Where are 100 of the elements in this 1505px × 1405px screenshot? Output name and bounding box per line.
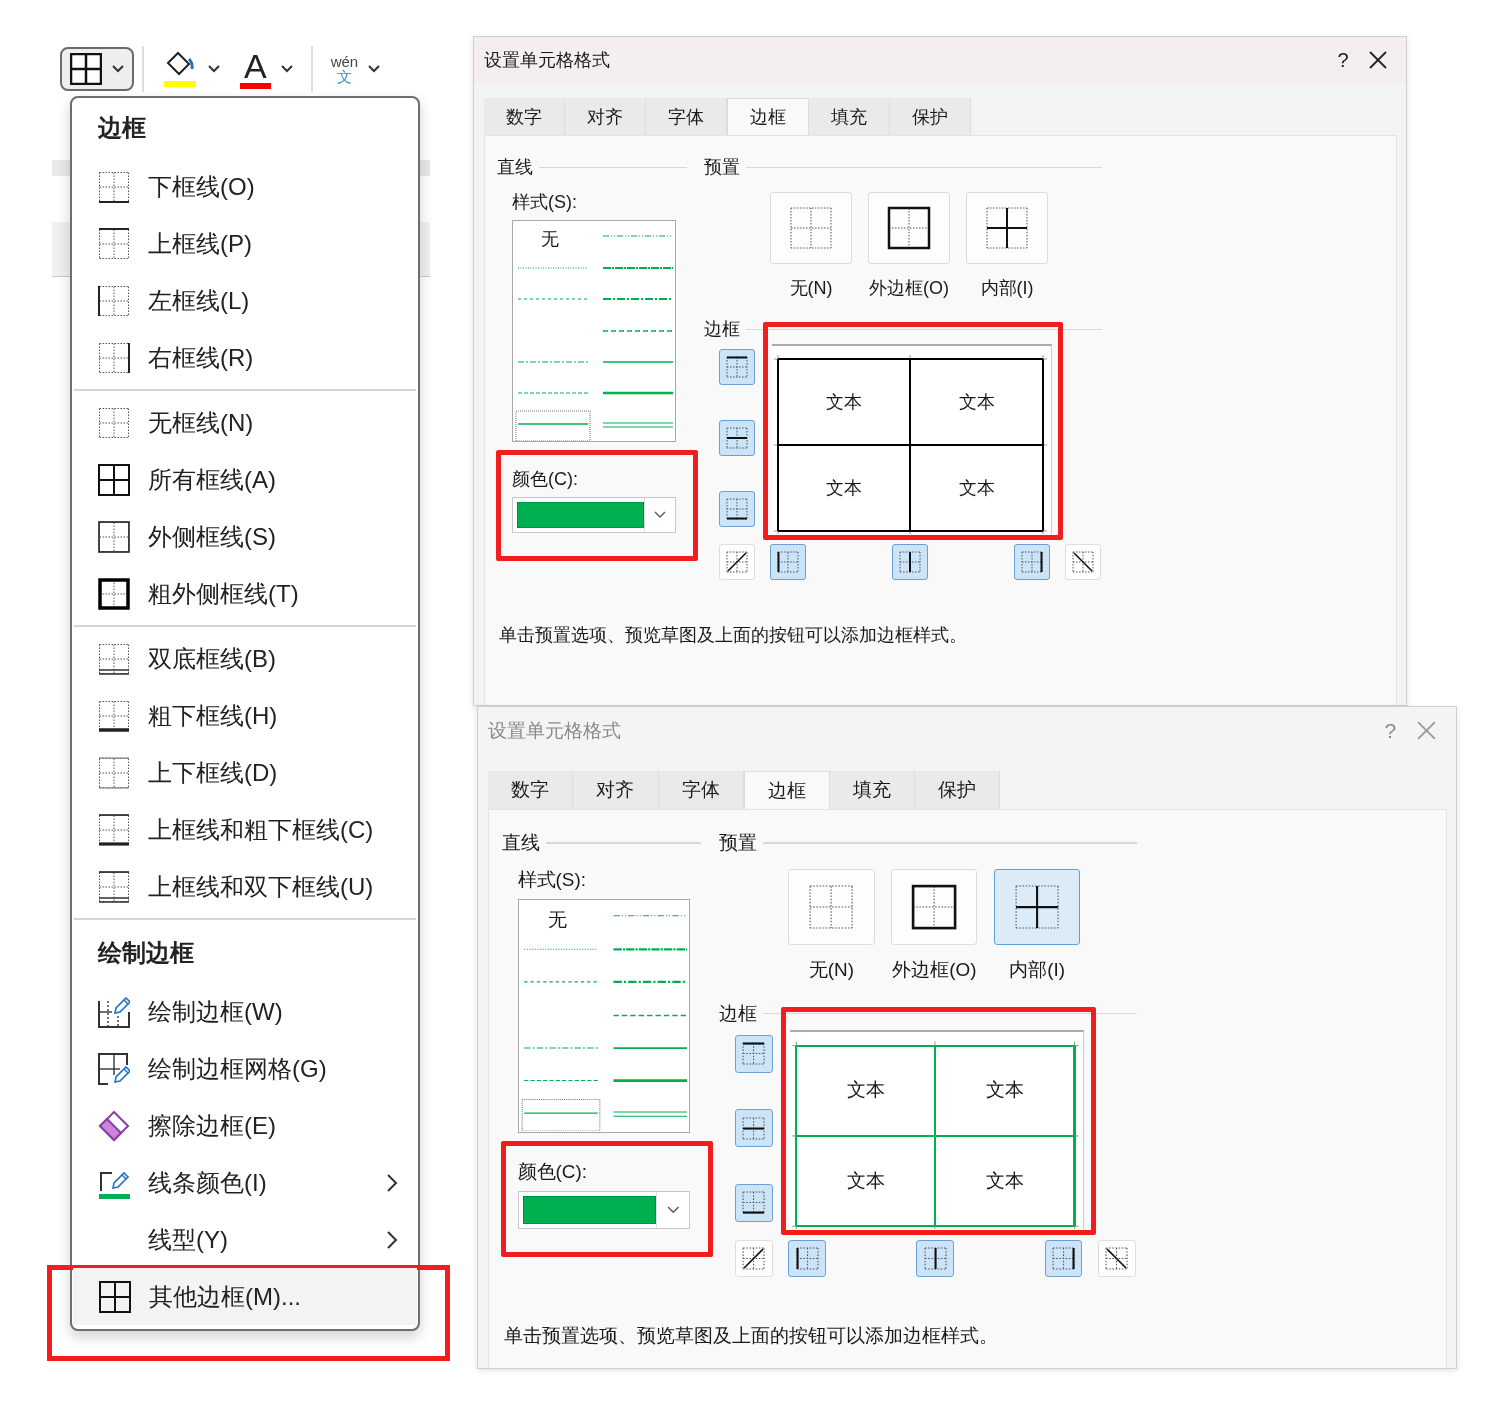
border-preset-icon xyxy=(789,206,833,250)
font-color-button[interactable]: A xyxy=(230,47,303,91)
preset-label: 外边框(O) xyxy=(869,277,949,300)
color-dropdown[interactable] xyxy=(517,1191,690,1229)
pencil-icon xyxy=(98,1052,130,1085)
border-line-icon xyxy=(1105,1246,1129,1271)
border-icon xyxy=(99,1280,131,1313)
group-label: 直线 xyxy=(497,156,533,179)
window-title: 设置单元格格式 xyxy=(484,49,611,72)
menu-item[interactable]: 上框线(P) xyxy=(72,215,418,272)
preset-button[interactable] xyxy=(994,869,1081,945)
sample-text: 文本 xyxy=(825,477,864,500)
border-toggle-button[interactable] xyxy=(892,544,928,580)
menu-item[interactable]: 下框线(O) xyxy=(72,158,418,215)
border-preset-icon xyxy=(808,883,855,931)
menu-item[interactable]: 绘制边框(W) xyxy=(72,983,418,1040)
group-label: 直线 xyxy=(501,831,540,855)
border-icon xyxy=(98,813,130,846)
menu-item[interactable]: 上框线和粗下框线(C) xyxy=(72,801,418,858)
chevron-down-icon xyxy=(654,511,667,519)
border-toggle-button[interactable] xyxy=(916,1239,955,1278)
border-toggle-button[interactable] xyxy=(719,349,755,385)
border-toggle-button[interactable] xyxy=(734,1183,773,1222)
border-toggle-button[interactable] xyxy=(734,1109,773,1148)
help-button[interactable]: ? xyxy=(1318,48,1368,72)
border-toggle-button[interactable] xyxy=(1044,1239,1083,1278)
border-toggle-button[interactable] xyxy=(719,491,755,527)
border-icon xyxy=(98,642,130,675)
menu-item[interactable]: 双底框线(B) xyxy=(72,630,418,687)
border-icon xyxy=(98,870,130,903)
group-label: 预置 xyxy=(704,156,740,179)
border-toggle-button[interactable] xyxy=(734,1034,773,1073)
tab[interactable]: 边框 xyxy=(727,98,809,135)
menu-item[interactable]: 左框线(L) xyxy=(72,272,418,329)
close-icon[interactable] xyxy=(1368,50,1388,70)
tab[interactable]: 保护 xyxy=(915,770,1001,810)
paint-bucket-icon xyxy=(162,49,198,89)
border-toggle-button[interactable] xyxy=(719,420,755,456)
chevron-down-icon xyxy=(208,65,220,73)
line-style-list[interactable]: 无 xyxy=(517,899,690,1133)
border-line-icon xyxy=(726,356,748,378)
tab[interactable]: 数字 xyxy=(488,770,574,810)
menu-item[interactable]: 粗下框线(H) xyxy=(72,687,418,744)
menu-item[interactable]: 所有框线(A) xyxy=(72,451,418,508)
field-label: 颜色(C): xyxy=(512,469,578,489)
pencil-icon xyxy=(98,995,130,1028)
tab[interactable]: 对齐 xyxy=(565,98,646,135)
border-toggle-button[interactable] xyxy=(770,544,806,580)
border-toggle-button[interactable] xyxy=(1014,544,1050,580)
tab[interactable]: 数字 xyxy=(484,98,565,135)
menu-item[interactable]: 无框线(N) xyxy=(72,394,418,451)
window-title: 设置单元格格式 xyxy=(488,718,623,743)
menu-item[interactable]: 上下框线(D) xyxy=(72,744,418,801)
border-line-icon xyxy=(795,1246,819,1271)
chevron-down-icon xyxy=(368,65,381,73)
border-line-icon xyxy=(742,1191,766,1215)
tab[interactable]: 字体 xyxy=(646,98,727,135)
tab[interactable]: 字体 xyxy=(658,770,744,810)
menu-item[interactable]: 外侧框线(S) xyxy=(72,508,418,565)
sample-text: 文本 xyxy=(985,1078,1026,1103)
field-label: 颜色(C): xyxy=(517,1160,587,1182)
menu-item[interactable]: 上框线和双下框线(U) xyxy=(72,858,418,915)
border-icon xyxy=(98,577,130,610)
menu-item[interactable]: 线型(Y) xyxy=(72,1211,418,1268)
tab[interactable]: 保护 xyxy=(890,98,971,135)
border-preview[interactable]: 文本 文本 文本 文本 xyxy=(772,344,1052,534)
phonetic-guide-button[interactable]: wén 文 xyxy=(320,47,391,91)
preset-label: 无(N) xyxy=(808,958,855,983)
menu-item[interactable]: 擦除边框(E) xyxy=(72,1097,418,1154)
group-label: 边框 xyxy=(704,318,740,341)
tab[interactable]: 边框 xyxy=(743,770,830,810)
tab[interactable]: 对齐 xyxy=(573,770,659,810)
border-line-icon xyxy=(742,1116,766,1140)
color-dropdown[interactable] xyxy=(512,497,676,533)
menu-item[interactable]: 线条颜色(I) xyxy=(72,1154,418,1211)
menu-item[interactable]: 其他边框(M)... xyxy=(73,1268,417,1325)
sample-text: 文本 xyxy=(985,1168,1026,1193)
border-icon xyxy=(98,520,130,553)
chevron-down-icon xyxy=(666,1205,680,1215)
eraser-icon xyxy=(98,1109,130,1142)
pinyin-text: wén xyxy=(330,54,359,69)
border-icon xyxy=(98,341,130,374)
menu-item[interactable]: 粗外侧框线(T) xyxy=(72,565,418,622)
sample-text: 文本 xyxy=(846,1078,887,1103)
border-line-icon xyxy=(1051,1246,1075,1271)
menu-item[interactable]: 绘制边框网格(G) xyxy=(72,1040,418,1097)
border-preset-icon xyxy=(887,206,931,250)
style-option[interactable]: 无 xyxy=(541,227,559,251)
menu-item[interactable]: 右框线(R) xyxy=(72,329,418,386)
border-line-icon xyxy=(726,551,748,573)
field-label: 样式(S): xyxy=(512,191,578,214)
border-toggle-button[interactable] xyxy=(788,1239,827,1278)
border-preview[interactable]: 文本 文本 文本 文本 xyxy=(790,1029,1085,1230)
style-option[interactable]: 无 xyxy=(547,906,567,933)
borders-button[interactable] xyxy=(60,47,134,91)
tab[interactable]: 填充 xyxy=(829,770,916,810)
tab[interactable]: 填充 xyxy=(809,98,890,135)
line-style-list[interactable]: 无 xyxy=(512,220,676,442)
border-line-icon xyxy=(742,1042,766,1066)
border-line-icon xyxy=(899,551,921,573)
